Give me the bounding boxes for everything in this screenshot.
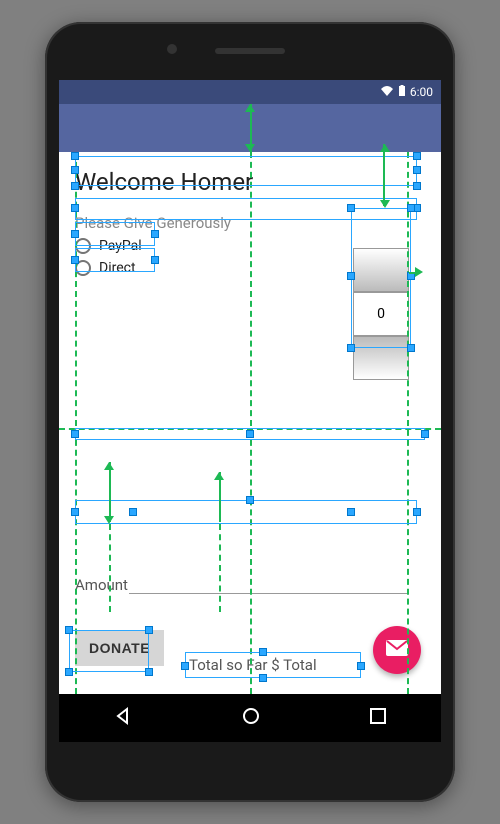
page-title: Welcome Homer [75,168,425,196]
home-icon[interactable] [241,706,261,730]
amount-field-underline[interactable] [129,593,409,594]
status-bar: 6:00 [59,80,441,104]
donate-button-label: DONATE [89,640,150,656]
radio-label: Direct [99,260,136,276]
recents-icon[interactable] [369,707,387,729]
app-content: Welcome Homer Please Give Generously Pay… [59,152,441,694]
picker-down[interactable] [353,336,409,380]
number-picker[interactable]: 0 [353,248,409,380]
radio-icon [75,260,91,276]
mail-icon [386,640,408,660]
amount-label: Amount [75,576,128,594]
donate-button[interactable]: DONATE [75,630,164,666]
app-bar [59,104,441,152]
fab-mail[interactable] [373,626,421,674]
radio-icon [75,238,91,254]
radio-label: PayPal [99,238,142,254]
total-label: Total so Far $ Total [189,656,317,674]
subtitle-label: Please Give Generously [75,214,425,232]
battery-icon [398,85,406,100]
clock-text: 6:00 [410,85,433,99]
phone-frame: 6:00 Welcome Homer Please Give Generousl… [45,22,455,802]
layout-editor-overlay [59,152,441,694]
back-icon[interactable] [113,706,133,730]
screen: 6:00 Welcome Homer Please Give Generousl… [59,80,441,742]
picker-value: 0 [353,292,409,336]
android-nav-bar [59,694,441,742]
wifi-icon [380,85,394,100]
picker-up[interactable] [353,248,409,292]
